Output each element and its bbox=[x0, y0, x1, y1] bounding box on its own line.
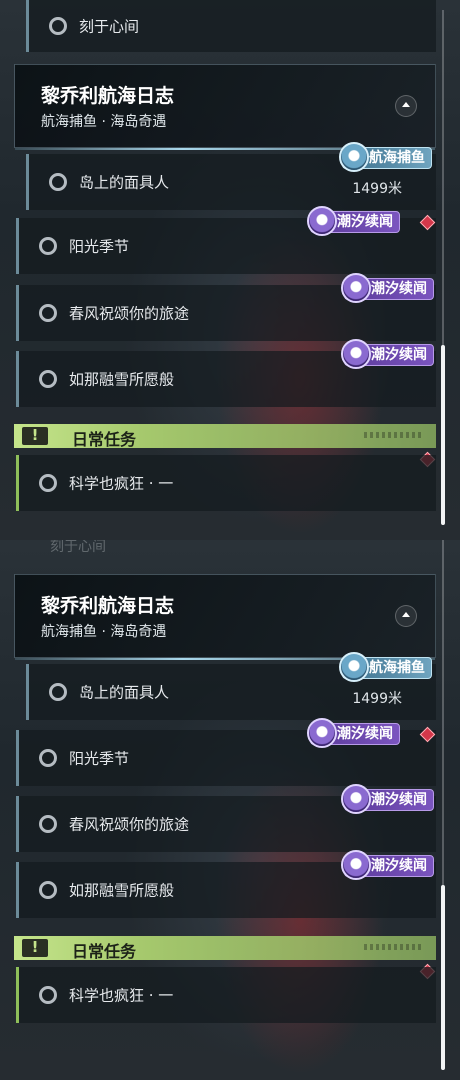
tidal-tag: 潮汐续闻 bbox=[307, 206, 400, 236]
tag-label: 潮汐续闻 bbox=[371, 347, 427, 363]
tag-label: 航海捕鱼 bbox=[369, 150, 425, 166]
quest-label: 科学也疯狂 · 一 bbox=[69, 986, 174, 1005]
radio-circle-icon bbox=[39, 815, 57, 833]
tag-label: 潮汐续闻 bbox=[337, 726, 393, 742]
section-title: 日常任务 bbox=[72, 942, 137, 961]
quest-distance: 1499米 bbox=[352, 181, 402, 197]
quest-label: 春风祝颂你的旅途 bbox=[69, 304, 190, 323]
quest-badge-icon bbox=[307, 718, 337, 748]
quest-row-above[interactable]: 刻于心间 bbox=[26, 0, 436, 52]
faded-quest-label: 刻于心间 bbox=[50, 540, 106, 555]
quest-label: 岛上的面具人 bbox=[79, 173, 170, 192]
tidal-tag: 潮汐续闻 bbox=[341, 339, 434, 369]
quest-label: 如那融雪所愿般 bbox=[69, 370, 175, 389]
daily-section-header[interactable]: 日常任务 bbox=[14, 936, 436, 961]
radio-circle-icon bbox=[39, 881, 57, 899]
quest-badge-icon bbox=[341, 339, 371, 369]
quest-label: 春风祝颂你的旅途 bbox=[69, 815, 190, 834]
quest-badge-icon bbox=[307, 206, 337, 236]
radio-circle-icon bbox=[39, 749, 57, 767]
section-decoration bbox=[364, 944, 424, 950]
radio-circle-icon bbox=[49, 173, 67, 191]
journal-title: 黎乔利航海日志 bbox=[41, 595, 175, 617]
radio-circle-icon bbox=[39, 370, 57, 388]
tag-label: 潮汐续闻 bbox=[371, 792, 427, 808]
tag-label: 潮汐续闻 bbox=[371, 858, 427, 874]
section-decoration bbox=[364, 432, 424, 438]
tidal-tag: 潮汐续闻 bbox=[341, 784, 434, 814]
exclamation-icon bbox=[22, 938, 48, 957]
radio-circle-icon bbox=[39, 474, 57, 492]
quest-badge-icon bbox=[339, 652, 369, 682]
quest-label: 阳光季节 bbox=[69, 237, 130, 256]
radio-circle-icon bbox=[39, 986, 57, 1004]
radio-circle-icon bbox=[49, 17, 67, 35]
quest-badge-icon bbox=[341, 850, 371, 880]
radio-circle-icon bbox=[49, 683, 67, 701]
fishing-tag: 航海捕鱼 bbox=[339, 652, 432, 682]
journal-header[interactable]: 黎乔利航海日志 航海捕鱼 · 海岛奇遇 bbox=[14, 64, 436, 150]
scrollbar-thumb[interactable] bbox=[441, 885, 445, 1070]
tidal-tag: 潮汐续闻 bbox=[341, 273, 434, 303]
exclamation-icon bbox=[22, 426, 48, 445]
radio-circle-icon bbox=[39, 237, 57, 255]
quest-distance: 1499米 bbox=[352, 691, 402, 707]
tidal-tag: 潮汐续闻 bbox=[307, 718, 400, 748]
quest-label: 科学也疯狂 · 一 bbox=[69, 474, 174, 493]
journal-subtitle: 航海捕鱼 · 海岛奇遇 bbox=[41, 114, 167, 130]
quest-panel-top: 刻于心间 黎乔利航海日志 航海捕鱼 · 海岛奇遇 岛上的面具人 1499米 航海… bbox=[0, 0, 460, 540]
quest-label: 岛上的面具人 bbox=[79, 683, 170, 702]
fishing-tag: 航海捕鱼 bbox=[339, 142, 432, 172]
tag-label: 航海捕鱼 bbox=[369, 660, 425, 676]
section-title: 日常任务 bbox=[72, 430, 137, 449]
quest-badge-icon bbox=[341, 273, 371, 303]
scrollbar-thumb[interactable] bbox=[441, 345, 445, 525]
daily-quest-row[interactable]: 科学也疯狂 · 一 bbox=[16, 455, 436, 511]
tidal-tag: 潮汐续闻 bbox=[341, 850, 434, 880]
tag-label: 潮汐续闻 bbox=[371, 281, 427, 297]
quest-label: 阳光季节 bbox=[69, 749, 130, 768]
journal-title: 黎乔利航海日志 bbox=[41, 85, 175, 107]
daily-quest-row[interactable]: 科学也疯狂 · 一 bbox=[16, 967, 436, 1023]
journal-subtitle: 航海捕鱼 · 海岛奇遇 bbox=[41, 624, 167, 640]
quest-badge-icon bbox=[341, 784, 371, 814]
radio-circle-icon bbox=[39, 304, 57, 322]
tag-label: 潮汐续闻 bbox=[337, 214, 393, 230]
quest-label: 如那融雪所愿般 bbox=[69, 881, 175, 900]
quest-label: 刻于心间 bbox=[79, 17, 140, 36]
quest-badge-icon bbox=[339, 142, 369, 172]
collapse-arrow-icon[interactable] bbox=[395, 95, 417, 117]
journal-header[interactable]: 黎乔利航海日志 航海捕鱼 · 海岛奇遇 bbox=[14, 574, 436, 660]
quest-panel-bottom: 刻于心间 黎乔利航海日志 航海捕鱼 · 海岛奇遇 岛上的面具人 1499米 航海… bbox=[0, 540, 460, 1080]
collapse-arrow-icon[interactable] bbox=[395, 605, 417, 627]
daily-section-header[interactable]: 日常任务 bbox=[14, 424, 436, 449]
